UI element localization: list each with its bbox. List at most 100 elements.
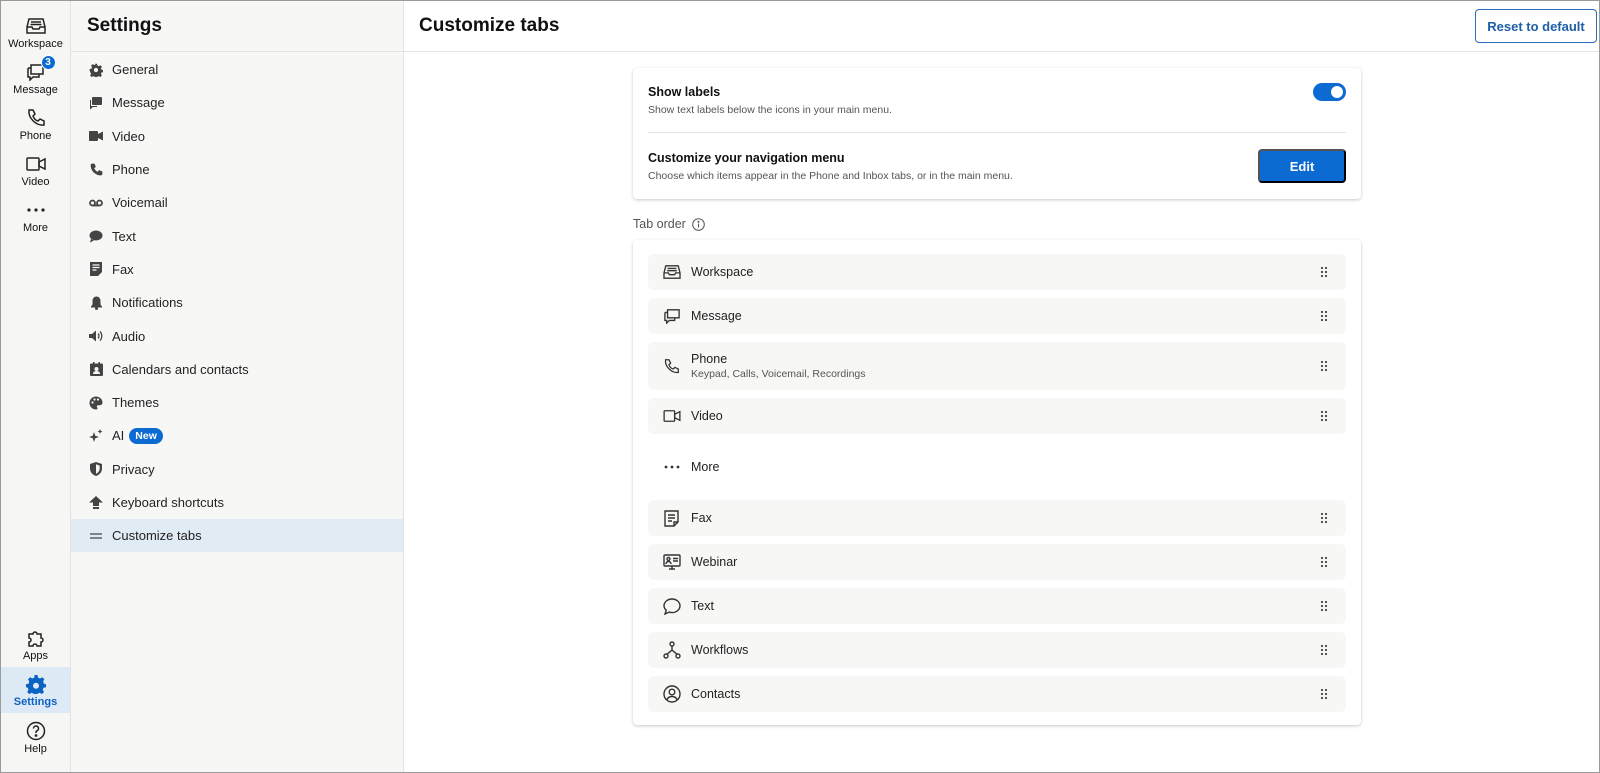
- settings-menu: General Message Video Phone Voicemail Te…: [71, 52, 403, 553]
- sidebar-item-calendars-contacts[interactable]: Calendars and contacts: [71, 353, 403, 386]
- tab-item-message[interactable]: Message: [648, 298, 1346, 334]
- app-window: Workspace 3 Message Phone Video More App…: [0, 0, 1600, 773]
- tab-label: Fax: [691, 511, 712, 525]
- sidebar-item-fax[interactable]: Fax: [71, 253, 403, 286]
- puzzle-icon: [25, 627, 47, 649]
- sidebar-item-general[interactable]: General: [71, 53, 403, 86]
- drag-handle-icon[interactable]: [1320, 512, 1328, 524]
- drag-handle-icon[interactable]: [1320, 266, 1328, 278]
- inbox-tray-icon: [662, 263, 681, 282]
- sidebar-item-text[interactable]: Text: [71, 219, 403, 252]
- video-icon: [89, 129, 103, 143]
- rail-item-more[interactable]: More: [1, 193, 70, 239]
- sidebar-item-label: Notifications: [112, 295, 183, 311]
- edit-button[interactable]: Edit: [1258, 149, 1346, 183]
- drag-handle-icon[interactable]: [1320, 644, 1328, 656]
- sidebar-item-video[interactable]: Video: [71, 120, 403, 153]
- chat-bubbles-icon: [662, 307, 681, 326]
- tab-item-contacts[interactable]: Contacts: [648, 676, 1346, 712]
- sidebar-item-voicemail[interactable]: Voicemail: [71, 186, 403, 219]
- sidebar-title: Settings: [71, 1, 403, 52]
- gear-icon: [25, 673, 47, 695]
- tab-item-video[interactable]: Video: [648, 398, 1346, 434]
- rail-item-video[interactable]: Video: [1, 147, 70, 193]
- reset-to-default-button[interactable]: Reset to default: [1475, 9, 1597, 43]
- sparkle-icon: [89, 428, 103, 443]
- sidebar-item-message[interactable]: Message: [71, 86, 403, 119]
- rail-item-settings[interactable]: Settings: [1, 667, 70, 713]
- tab-item-workflows[interactable]: Workflows: [648, 632, 1346, 668]
- sidebar-item-label: Phone: [112, 162, 150, 178]
- sidebar-item-label: Text: [112, 228, 136, 244]
- rail-item-phone[interactable]: Phone: [1, 101, 70, 147]
- sidebar-item-audio[interactable]: Audio: [71, 319, 403, 352]
- tab-label: More: [691, 460, 720, 474]
- rail-label: More: [22, 222, 49, 234]
- sidebar-item-label: Message: [112, 95, 165, 111]
- sidebar-item-label: Themes: [112, 395, 159, 411]
- sidebar-item-label: Calendars and contacts: [112, 361, 249, 377]
- customize-nav-title: Customize your navigation menu: [648, 150, 845, 165]
- show-labels-toggle[interactable]: [1313, 83, 1346, 101]
- more-dots-icon: [662, 458, 681, 477]
- tab-label: Video: [691, 409, 723, 423]
- rail-item-apps[interactable]: Apps: [1, 621, 70, 667]
- gear-icon: [89, 63, 103, 77]
- rail-label: Phone: [19, 130, 52, 142]
- tab-item-text[interactable]: Text: [648, 588, 1346, 624]
- tab-item-phone[interactable]: Phone Keypad, Calls, Voicemail, Recordin…: [648, 342, 1346, 390]
- page-title: Customize tabs: [419, 15, 560, 36]
- rail-item-help[interactable]: Help: [1, 714, 70, 760]
- main-header: Customize tabs Reset to default: [404, 1, 1599, 52]
- phone-icon: [25, 107, 47, 129]
- menu-lines-icon: [89, 529, 103, 543]
- show-labels-row: Show labels Show text labels below the i…: [648, 68, 1346, 133]
- rail-label: Message: [13, 84, 58, 96]
- tab-order-heading: Tab order: [633, 216, 1361, 232]
- rail-item-workspace[interactable]: Workspace: [1, 9, 70, 55]
- sidebar-item-label: Privacy: [112, 461, 155, 477]
- rail-label: Settings: [13, 696, 58, 708]
- drag-handle-icon[interactable]: [1320, 600, 1328, 612]
- drag-handle-icon[interactable]: [1320, 310, 1328, 322]
- customize-nav-row: Customize your navigation menu Choose wh…: [648, 133, 1346, 199]
- tab-order-list: Workspace Message Phone Keypad, Calls, V…: [633, 240, 1361, 725]
- sidebar-item-themes[interactable]: Themes: [71, 386, 403, 419]
- fax-icon: [662, 509, 681, 528]
- message-icon: [89, 96, 103, 110]
- webinar-icon: [662, 553, 681, 572]
- drag-handle-icon[interactable]: [1320, 360, 1328, 372]
- keyboard-shortcut-icon: [89, 496, 103, 510]
- tab-label: Phone: [691, 352, 728, 366]
- tab-label: Webinar: [691, 555, 738, 569]
- drag-handle-icon[interactable]: [1320, 688, 1328, 700]
- customize-tabs-content: Show labels Show text labels below the i…: [633, 68, 1361, 725]
- video-camera-icon: [662, 407, 681, 426]
- workflow-icon: [662, 641, 681, 660]
- drag-handle-icon[interactable]: [1320, 556, 1328, 568]
- fax-icon: [89, 262, 103, 277]
- help-circle-icon: [25, 720, 47, 742]
- text-bubble-icon: [89, 229, 103, 243]
- info-icon[interactable]: [692, 217, 705, 231]
- sidebar-item-ai[interactable]: AI New: [71, 419, 403, 452]
- tab-label: Workspace: [691, 265, 754, 279]
- contact-card-icon: [89, 362, 103, 377]
- sidebar-item-label: Fax: [112, 261, 134, 277]
- tab-item-workspace[interactable]: Workspace: [648, 254, 1346, 290]
- rail-item-message[interactable]: 3 Message: [1, 55, 70, 101]
- unread-badge: 3: [40, 55, 56, 70]
- sidebar-item-privacy[interactable]: Privacy: [71, 453, 403, 486]
- phone-icon: [662, 357, 681, 376]
- speaker-icon: [89, 329, 103, 343]
- palette-icon: [89, 396, 103, 410]
- tab-item-more: More: [648, 442, 1346, 492]
- sidebar-item-keyboard-shortcuts[interactable]: Keyboard shortcuts: [71, 486, 403, 519]
- sidebar-item-notifications[interactable]: Notifications: [71, 286, 403, 319]
- tab-item-webinar[interactable]: Webinar: [648, 544, 1346, 580]
- sidebar-item-customize-tabs[interactable]: Customize tabs: [71, 519, 403, 553]
- bell-icon: [89, 296, 103, 310]
- sidebar-item-phone[interactable]: Phone: [71, 153, 403, 186]
- drag-handle-icon[interactable]: [1320, 410, 1328, 422]
- tab-item-fax[interactable]: Fax: [648, 500, 1346, 536]
